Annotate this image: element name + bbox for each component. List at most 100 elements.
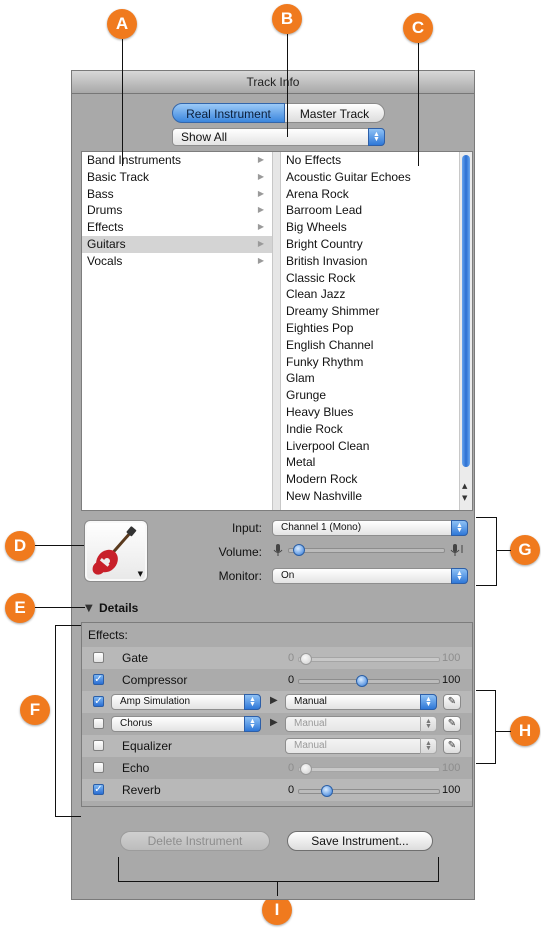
- category-label: Basic Track: [87, 169, 150, 184]
- chorus-popup[interactable]: Chorus ▲ ▼: [111, 716, 261, 732]
- preset-item[interactable]: Grunge: [281, 387, 459, 404]
- preset-item[interactable]: No Effects: [281, 152, 459, 169]
- callout-i-bracket-left: [118, 857, 119, 882]
- equalizer-checkbox[interactable]: [93, 740, 104, 751]
- preset-item[interactable]: British Invasion: [281, 253, 459, 270]
- preset-item[interactable]: Classic Rock: [281, 270, 459, 287]
- amp-simulation-edit-button[interactable]: ✎: [443, 694, 461, 710]
- preset-item[interactable]: Modern Rock: [281, 471, 459, 488]
- preset-item[interactable]: Big Wheels: [281, 219, 459, 236]
- callout-a-leader: [122, 39, 123, 166]
- gate-slider-track[interactable]: [298, 657, 440, 662]
- amp-expand-triangle-icon[interactable]: ▶: [270, 695, 278, 706]
- preset-item[interactable]: New Nashville: [281, 488, 459, 505]
- category-label: Effects: [87, 220, 124, 235]
- popup-arrows-icon: ▲ ▼: [420, 738, 437, 754]
- column-divider[interactable]: [272, 152, 281, 510]
- submenu-arrow-icon: ▶: [257, 222, 264, 232]
- echo-slider-knob[interactable]: [300, 763, 312, 775]
- chorus-preset-popup[interactable]: Manual ▲ ▼: [285, 716, 437, 732]
- preset-item[interactable]: Bright Country: [281, 236, 459, 253]
- callout-f-bracket-top: [55, 625, 81, 626]
- save-instrument-button[interactable]: Save Instrument...: [287, 831, 433, 851]
- category-item[interactable]: Vocals ▶: [82, 253, 272, 270]
- volume-slider-knob[interactable]: [292, 544, 305, 556]
- chorus-edit-button[interactable]: ✎: [443, 716, 461, 732]
- equalizer-preset-popup[interactable]: Manual ▲ ▼: [285, 738, 437, 754]
- amp-simulation-preset-popup[interactable]: Manual ▲ ▼: [285, 694, 437, 710]
- monitor-label: Monitor:: [218, 569, 262, 583]
- chorus-value: Chorus: [120, 718, 153, 729]
- equalizer-edit-button[interactable]: ✎: [443, 738, 461, 754]
- scroll-up-arrow-icon[interactable]: ▲: [462, 482, 467, 490]
- echo-slider-track[interactable]: [298, 767, 440, 772]
- reverb-slider-track[interactable]: [298, 789, 440, 794]
- instrument-icon-button[interactable]: ▼: [84, 520, 148, 582]
- preset-item[interactable]: English Channel: [281, 337, 459, 354]
- callout-h-bracket: [495, 690, 496, 764]
- compressor-slider-track[interactable]: [298, 679, 440, 684]
- callout-f-bracket: [55, 625, 56, 817]
- gate-checkbox[interactable]: [93, 652, 104, 663]
- callout-f: F: [20, 695, 50, 725]
- echo-checkbox[interactable]: [93, 762, 104, 773]
- effect-row-compressor: ✓ Compressor 0 100: [82, 669, 472, 691]
- category-item[interactable]: Basic Track ▶: [82, 169, 272, 186]
- compressor-slider-knob[interactable]: [356, 675, 368, 687]
- preset-item[interactable]: Indie Rock: [281, 421, 459, 438]
- reverb-checkbox[interactable]: ✓: [93, 784, 104, 795]
- preset-scrollbar[interactable]: ▲ ▼: [459, 152, 472, 510]
- details-label[interactable]: Details: [99, 601, 138, 615]
- details-disclosure-triangle-icon[interactable]: ▼: [85, 603, 93, 614]
- callout-e-leader: [35, 607, 85, 608]
- show-all-value: Show All: [181, 130, 228, 144]
- preset-item[interactable]: Eighties Pop: [281, 320, 459, 337]
- effect-row-echo: Echo 0 100: [82, 757, 472, 779]
- tab-master-track[interactable]: Master Track: [285, 103, 385, 123]
- callout-g-bracket-top: [476, 517, 497, 518]
- scroll-down-arrow-icon[interactable]: ▼: [462, 494, 467, 502]
- preset-item[interactable]: Glam: [281, 370, 459, 387]
- category-item[interactable]: Band Instruments ▶: [82, 152, 272, 169]
- callout-g-bracket-bottom: [476, 585, 497, 586]
- monitor-popup[interactable]: On ▲ ▼: [272, 568, 468, 584]
- callout-a: A: [107, 9, 137, 39]
- amp-simulation-checkbox[interactable]: ✓: [93, 696, 104, 707]
- popup-arrows-icon: ▲ ▼: [420, 694, 437, 710]
- category-item[interactable]: Guitars ▶: [82, 235, 272, 253]
- callout-b-leader: [287, 34, 288, 137]
- amp-simulation-popup[interactable]: Amp Simulation ▲ ▼: [111, 694, 261, 710]
- echo-label: Echo: [122, 761, 150, 775]
- popup-arrows-icon: ▲ ▼: [451, 568, 468, 584]
- preset-item[interactable]: Dreamy Shimmer: [281, 303, 459, 320]
- preset-item[interactable]: Heavy Blues: [281, 404, 459, 421]
- category-label: Drums: [87, 203, 123, 218]
- callout-g-leader: [496, 550, 511, 551]
- preset-item[interactable]: Metal: [281, 454, 459, 471]
- preset-item[interactable]: Arena Rock: [281, 186, 459, 203]
- gate-max: 100: [442, 652, 461, 664]
- compressor-checkbox[interactable]: ✓: [93, 674, 104, 685]
- preset-item[interactable]: Barroom Lead: [281, 202, 459, 219]
- category-label: Vocals: [87, 253, 123, 268]
- scrollbar-thumb[interactable]: [462, 155, 470, 467]
- show-all-popup[interactable]: Show All ▲ ▼: [172, 128, 385, 146]
- preset-item[interactable]: Funky Rhythm: [281, 354, 459, 371]
- preset-item[interactable]: Liverpool Clean: [281, 438, 459, 455]
- gate-slider-knob[interactable]: [300, 653, 312, 665]
- chorus-expand-triangle-icon[interactable]: ▶: [270, 717, 278, 728]
- popup-arrows-icon: ▲ ▼: [244, 694, 261, 710]
- preset-item[interactable]: Acoustic Guitar Echoes: [281, 169, 459, 186]
- volume-slider-track[interactable]: [288, 548, 445, 553]
- amp-simulation-value: Amp Simulation: [120, 696, 191, 707]
- chorus-checkbox[interactable]: [93, 718, 104, 729]
- preset-item[interactable]: Clean Jazz: [281, 286, 459, 303]
- category-item[interactable]: Drums ▶: [82, 202, 272, 219]
- delete-instrument-button[interactable]: Delete Instrument: [120, 831, 270, 851]
- reverb-slider-knob[interactable]: [321, 785, 333, 797]
- category-item[interactable]: Bass ▶: [82, 186, 272, 203]
- input-popup[interactable]: Channel 1 (Mono) ▲ ▼: [272, 520, 468, 536]
- tab-real-instrument[interactable]: Real Instrument: [172, 103, 285, 123]
- category-label: Band Instruments: [87, 153, 182, 167]
- category-item[interactable]: Effects ▶: [82, 219, 272, 236]
